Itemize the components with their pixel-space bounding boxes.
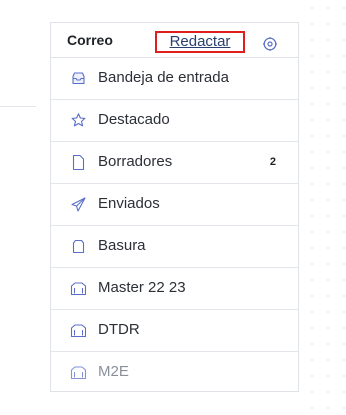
- page-background: Correo Redactar Bandeja de entrada Desta…: [0, 0, 346, 415]
- divider: [0, 106, 36, 107]
- send-icon: [71, 197, 86, 212]
- panel-title: Correo: [67, 32, 113, 48]
- folder-label: DTDR: [98, 321, 140, 338]
- folder-label: Basura: [98, 237, 146, 254]
- panel-header: Correo Redactar: [51, 23, 298, 58]
- folder-item-master-22-23[interactable]: Master 22 23: [51, 268, 298, 310]
- folder-label: Borradores: [98, 153, 173, 170]
- folder-item-starred[interactable]: Destacado: [51, 100, 298, 142]
- folder-icon: [70, 366, 87, 380]
- folder-icon: [70, 324, 87, 338]
- star-icon: [71, 113, 86, 127]
- mail-folders-panel: Correo Redactar Bandeja de entrada Desta…: [50, 22, 299, 392]
- folder-item-trash[interactable]: Basura: [51, 226, 298, 268]
- draft-count-badge: 2: [269, 156, 276, 168]
- folder-list: Bandeja de entrada Destacado Borradores …: [51, 58, 298, 394]
- folder-label: Destacado: [98, 111, 170, 128]
- folder-item-inbox[interactable]: Bandeja de entrada: [51, 58, 298, 100]
- folder-item-dtdr[interactable]: DTDR: [51, 310, 298, 352]
- compose-link[interactable]: Redactar: [155, 31, 245, 53]
- folder-label: Enviados: [98, 195, 160, 212]
- trash-icon: [72, 239, 85, 254]
- folder-label: Master 22 23: [98, 279, 186, 296]
- folder-item-m2e[interactable]: M2E: [51, 352, 298, 394]
- folder-item-drafts[interactable]: Borradores 2: [51, 142, 298, 184]
- folder-icon: [70, 282, 87, 296]
- folder-label: M2E: [98, 363, 129, 380]
- folder-label: Bandeja de entrada: [98, 69, 229, 86]
- inbox-icon: [72, 72, 85, 85]
- folder-item-sent[interactable]: Enviados: [51, 184, 298, 226]
- gear-icon[interactable]: [262, 36, 278, 52]
- draft-icon: [72, 154, 85, 171]
